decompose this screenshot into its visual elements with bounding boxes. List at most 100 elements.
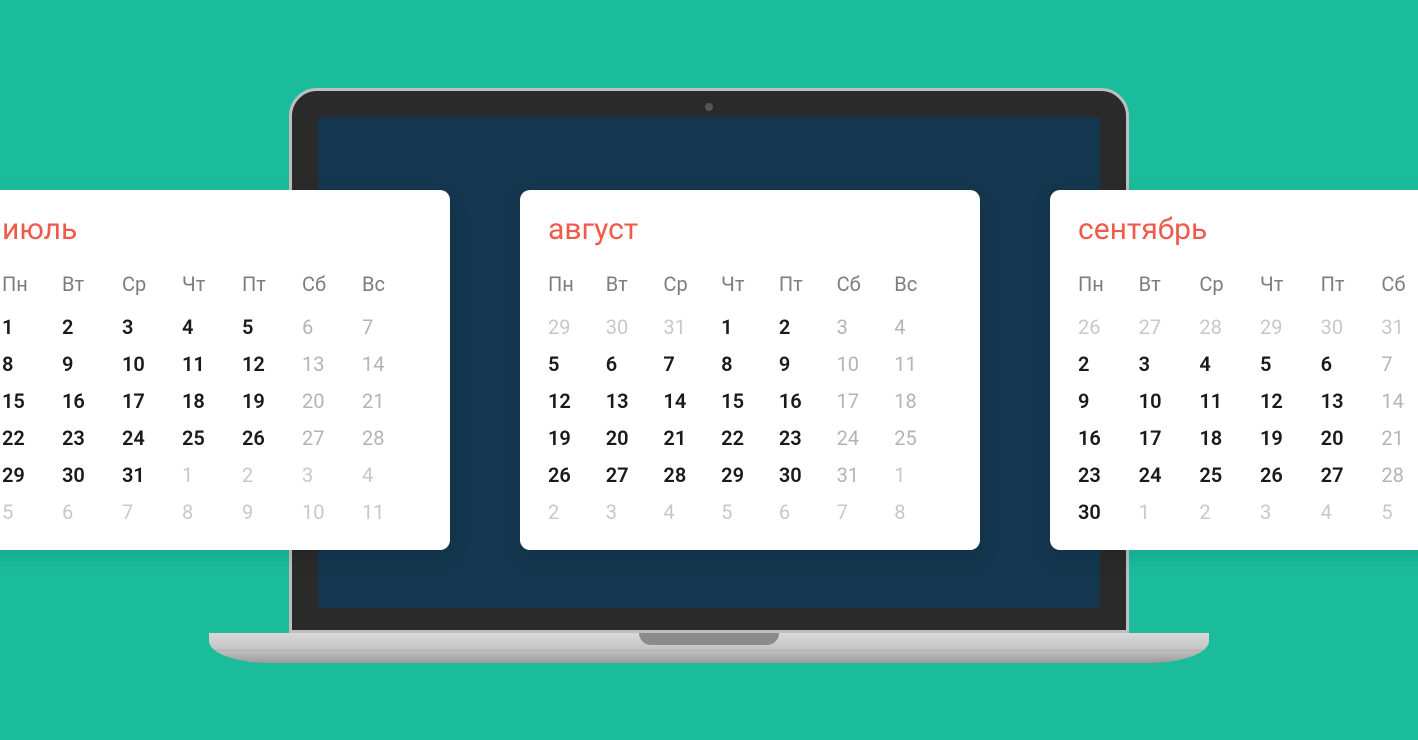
calendar-day[interactable]: 2	[62, 312, 122, 343]
calendar-day[interactable]: 3	[302, 460, 362, 491]
calendar-day[interactable]: 8	[182, 497, 242, 528]
calendar-day[interactable]: 24	[122, 423, 182, 454]
calendar-day[interactable]: 20	[606, 423, 664, 454]
calendar-day[interactable]: 7	[663, 349, 721, 380]
calendar-day[interactable]: 7	[122, 497, 182, 528]
calendar-day[interactable]: 16	[779, 386, 837, 417]
calendar-day[interactable]: 6	[1321, 349, 1382, 380]
calendar-day[interactable]: 30	[1321, 312, 1382, 343]
calendar-day[interactable]: 23	[1078, 460, 1139, 491]
calendar-day[interactable]: 2	[1078, 349, 1139, 380]
calendar-day[interactable]: 31	[663, 312, 721, 343]
calendar-day[interactable]: 29	[2, 460, 62, 491]
calendar-day[interactable]: 6	[606, 349, 664, 380]
calendar-day[interactable]: 9	[242, 497, 302, 528]
calendar-day[interactable]: 28	[1381, 460, 1418, 491]
calendar-day[interactable]: 5	[1381, 497, 1418, 528]
calendar-day[interactable]: 4	[1321, 497, 1382, 528]
calendar-day[interactable]: 1	[1139, 497, 1200, 528]
calendar-day[interactable]: 29	[1260, 312, 1321, 343]
calendar-day[interactable]: 10	[122, 349, 182, 380]
calendar-day[interactable]: 5	[1260, 349, 1321, 380]
calendar-day[interactable]: 3	[1139, 349, 1200, 380]
calendar-day[interactable]: 8	[894, 497, 952, 528]
calendar-day[interactable]: 13	[606, 386, 664, 417]
calendar-day[interactable]: 18	[1199, 423, 1260, 454]
calendar-day[interactable]: 31	[122, 460, 182, 491]
calendar-day[interactable]: 16	[62, 386, 122, 417]
calendar-day[interactable]: 7	[1381, 349, 1418, 380]
calendar-day[interactable]: 7	[837, 497, 895, 528]
calendar-day[interactable]: 24	[1139, 460, 1200, 491]
calendar-day[interactable]: 31	[1381, 312, 1418, 343]
calendar-day[interactable]: 26	[548, 460, 606, 491]
calendar-day[interactable]: 8	[2, 349, 62, 380]
calendar-day[interactable]: 15	[2, 386, 62, 417]
calendar-day[interactable]: 23	[779, 423, 837, 454]
calendar-day[interactable]: 20	[1321, 423, 1382, 454]
calendar-day[interactable]: 15	[721, 386, 779, 417]
calendar-day[interactable]: 26	[1078, 312, 1139, 343]
calendar-day[interactable]: 18	[182, 386, 242, 417]
calendar-day[interactable]: 12	[242, 349, 302, 380]
calendar-day[interactable]: 20	[302, 386, 362, 417]
calendar-day[interactable]: 22	[721, 423, 779, 454]
calendar-day[interactable]: 1	[182, 460, 242, 491]
calendar-day[interactable]: 5	[548, 349, 606, 380]
calendar-day[interactable]: 25	[182, 423, 242, 454]
calendar-day[interactable]: 30	[779, 460, 837, 491]
calendar-day[interactable]: 11	[894, 349, 952, 380]
calendar-day[interactable]: 1	[2, 312, 62, 343]
calendar-day[interactable]: 14	[362, 349, 422, 380]
calendar-day[interactable]: 6	[779, 497, 837, 528]
calendar-day[interactable]: 14	[1381, 386, 1418, 417]
calendar-day[interactable]: 8	[721, 349, 779, 380]
calendar-day[interactable]: 9	[779, 349, 837, 380]
calendar-day[interactable]: 4	[1199, 349, 1260, 380]
calendar-day[interactable]: 19	[242, 386, 302, 417]
calendar-day[interactable]: 30	[62, 460, 122, 491]
calendar-day[interactable]: 10	[1139, 386, 1200, 417]
calendar-day[interactable]: 3	[837, 312, 895, 343]
calendar-day[interactable]: 28	[362, 423, 422, 454]
calendar-day[interactable]: 28	[663, 460, 721, 491]
calendar-day[interactable]: 3	[122, 312, 182, 343]
calendar-day[interactable]: 21	[663, 423, 721, 454]
calendar-day[interactable]: 27	[1139, 312, 1200, 343]
calendar-day[interactable]: 27	[606, 460, 664, 491]
calendar-day[interactable]: 17	[122, 386, 182, 417]
calendar-day[interactable]: 17	[1139, 423, 1200, 454]
calendar-day[interactable]: 2	[242, 460, 302, 491]
calendar-day[interactable]: 9	[1078, 386, 1139, 417]
calendar-day[interactable]: 16	[1078, 423, 1139, 454]
calendar-day[interactable]: 17	[837, 386, 895, 417]
calendar-day[interactable]: 6	[302, 312, 362, 343]
calendar-day[interactable]: 4	[182, 312, 242, 343]
calendar-day[interactable]: 28	[1199, 312, 1260, 343]
calendar-day[interactable]: 14	[663, 386, 721, 417]
calendar-day[interactable]: 13	[302, 349, 362, 380]
calendar-day[interactable]: 26	[1260, 460, 1321, 491]
calendar-day[interactable]: 30	[606, 312, 664, 343]
calendar-day[interactable]: 22	[2, 423, 62, 454]
calendar-day[interactable]: 23	[62, 423, 122, 454]
calendar-day[interactable]: 26	[242, 423, 302, 454]
calendar-day[interactable]: 2	[779, 312, 837, 343]
calendar-day[interactable]: 30	[1078, 497, 1139, 528]
calendar-day[interactable]: 29	[548, 312, 606, 343]
calendar-day[interactable]: 4	[894, 312, 952, 343]
calendar-day[interactable]: 11	[362, 497, 422, 528]
calendar-day[interactable]: 24	[837, 423, 895, 454]
calendar-day[interactable]: 5	[242, 312, 302, 343]
calendar-day[interactable]: 7	[362, 312, 422, 343]
calendar-day[interactable]: 2	[1199, 497, 1260, 528]
calendar-day[interactable]: 2	[548, 497, 606, 528]
calendar-day[interactable]: 31	[837, 460, 895, 491]
calendar-day[interactable]: 12	[1260, 386, 1321, 417]
calendar-day[interactable]: 21	[362, 386, 422, 417]
calendar-day[interactable]: 25	[1199, 460, 1260, 491]
calendar-day[interactable]: 27	[302, 423, 362, 454]
calendar-day[interactable]: 29	[721, 460, 779, 491]
calendar-day[interactable]: 13	[1321, 386, 1382, 417]
calendar-day[interactable]: 5	[721, 497, 779, 528]
